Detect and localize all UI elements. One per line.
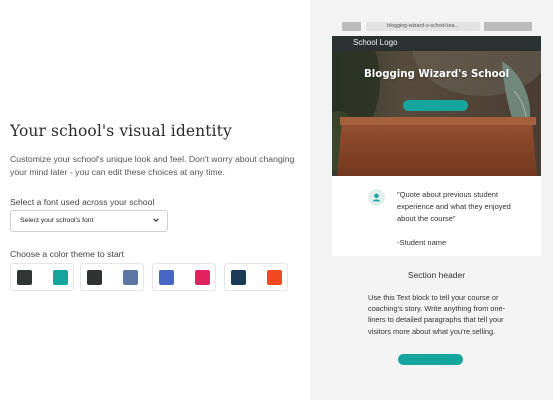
page-title: Your school's visual identity xyxy=(10,122,232,140)
site-preview: School Logo Blogging Wizard's School "Qu… xyxy=(332,36,541,390)
testimonial-block: "Quote about previous student experience… xyxy=(332,176,541,256)
theme-swatch xyxy=(53,270,68,285)
color-theme-option-1[interactable] xyxy=(10,263,74,291)
text-section: Section header Use this Text block to te… xyxy=(332,256,541,390)
theme-swatch xyxy=(267,270,282,285)
chevron-down-icon xyxy=(153,218,159,223)
theme-swatch xyxy=(123,270,138,285)
theme-swatch xyxy=(105,270,120,285)
testimonial-author: -Student name xyxy=(397,238,447,247)
theme-swatch xyxy=(249,270,264,285)
theme-swatch xyxy=(195,270,210,285)
color-theme-option-3[interactable] xyxy=(152,263,216,291)
color-theme-option-2[interactable] xyxy=(80,263,144,291)
section-header: Section header xyxy=(407,270,466,280)
theme-swatch xyxy=(17,270,32,285)
hero-banner: Blogging Wizard's School xyxy=(332,51,541,176)
font-select[interactable]: Select your school's font xyxy=(10,210,168,232)
color-theme-option-4[interactable] xyxy=(224,263,288,291)
testimonial-quote: "Quote about previous student experience… xyxy=(397,190,511,223)
theme-swatch xyxy=(231,270,246,285)
theme-swatch xyxy=(159,270,174,285)
school-logo: School Logo xyxy=(353,38,398,47)
font-select-value: Select your school's font xyxy=(20,217,94,224)
hero-cta-button[interactable] xyxy=(403,100,468,111)
theme-swatch xyxy=(177,270,192,285)
section-text: Use this Text block to tell your course … xyxy=(368,293,506,336)
page-description: Customize your school's unique look and … xyxy=(10,154,295,177)
browser-url-bar: blogging-wizard-s-school.tea... xyxy=(366,22,480,31)
font-select-label: Select a font used across your school xyxy=(10,197,155,207)
site-header: School Logo xyxy=(332,36,541,51)
browser-action-button xyxy=(484,22,532,31)
hero-title: Blogging Wizard's School xyxy=(363,69,510,80)
theme-swatch xyxy=(35,270,50,285)
browser-nav-button xyxy=(342,22,361,31)
setup-panel: Your school's visual identity Customize … xyxy=(0,0,310,400)
theme-swatch xyxy=(87,270,102,285)
user-icon xyxy=(372,193,381,202)
site-preview-panel: blogging-wizard-s-school.tea... School L… xyxy=(310,0,553,400)
browser-bar: blogging-wizard-s-school.tea... xyxy=(310,0,553,36)
color-theme-label: Choose a color theme to start xyxy=(10,249,124,259)
avatar xyxy=(368,189,385,206)
section-cta-button[interactable] xyxy=(398,354,463,365)
